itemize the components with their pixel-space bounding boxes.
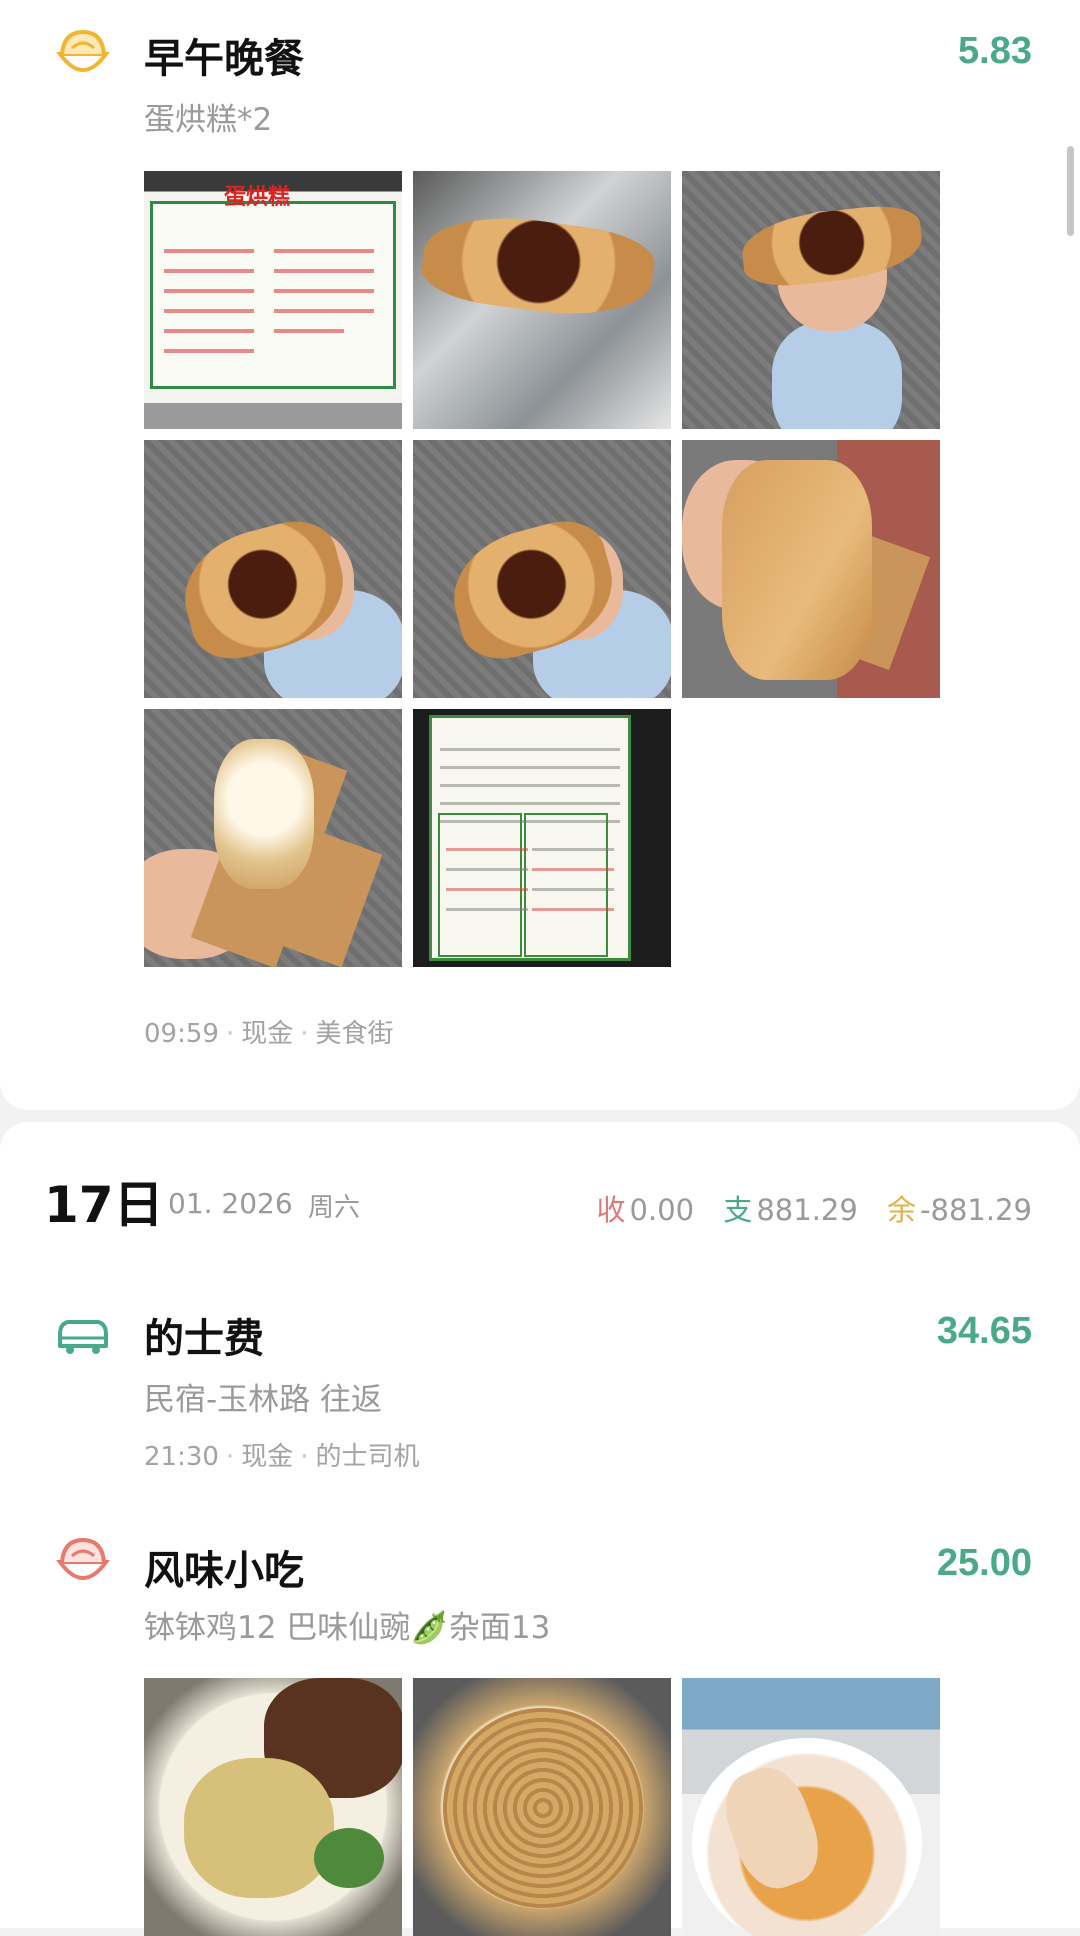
entry-amount: 5.83 — [958, 30, 1032, 72]
expense-label: 支 — [723, 1193, 753, 1227]
income-label: 收 — [596, 1193, 626, 1227]
balance-value: -881.29 — [920, 1193, 1032, 1227]
photo-thumbnail[interactable]: 蛋烘糕 — [144, 171, 402, 429]
entry-time: 21:30 — [144, 1442, 219, 1472]
day-summary: 收 0.00 支 881.29 余 -881.29 — [577, 1187, 1032, 1229]
entry-merchant: 美食街 — [315, 1019, 394, 1049]
rice-bowl-icon — [56, 29, 110, 72]
income-value: 0.00 — [629, 1193, 695, 1227]
entry-meta: 21:30 · 现金 · 的士司机 — [144, 1442, 420, 1472]
photo-thumbnail[interactable] — [144, 440, 402, 698]
day-header[interactable]: 17日 01. 2026 周六 收 0.00 支 881.29 余 -881.29 — [0, 1165, 1080, 1235]
entry-merchant: 的士司机 — [315, 1442, 420, 1472]
photo-thumbnail[interactable] — [682, 440, 940, 698]
day-weekday: 周六 — [308, 1193, 361, 1223]
entry-title: 的士费 — [144, 1316, 264, 1362]
expense-value: 881.29 — [756, 1193, 858, 1227]
entry-snack[interactable]: 风味小吃 25.00 钵钵鸡12 巴味仙豌🫛杂面13 — [0, 1518, 1080, 1936]
entry-amount: 25.00 — [936, 1542, 1032, 1584]
entry-note: 钵钵鸡12 巴味仙豌🫛杂面13 — [144, 1610, 551, 1646]
photo-thumbnail[interactable] — [682, 1678, 940, 1936]
entry-note: 蛋烘糕*2 — [144, 102, 273, 138]
entry-title: 风味小吃 — [144, 1548, 304, 1594]
entry-meta: 09:59 · 现金 · 美食街 — [144, 1019, 394, 1049]
photo-thumbnail[interactable] — [413, 709, 671, 967]
day-number: 17日 — [44, 1176, 164, 1234]
car-icon — [58, 1320, 108, 1354]
photo-thumbnail[interactable] — [682, 171, 940, 429]
day-card-previous: 早午晚餐 5.83 蛋烘糕*2 蛋烘糕 09:59 · 现金 · 美食街 — [0, 0, 1080, 1110]
day-month-year: 01. 2026 — [168, 1187, 293, 1220]
entry-account: 现金 — [241, 1019, 294, 1049]
photo-thumbnail[interactable] — [413, 1678, 671, 1936]
entry-amount: 34.65 — [936, 1310, 1032, 1352]
rice-bowl-icon — [56, 1537, 110, 1580]
photo-thumbnail[interactable] — [413, 440, 671, 698]
entry-time: 09:59 — [144, 1019, 219, 1049]
balance-label: 余 — [887, 1193, 917, 1227]
entry-taxi[interactable]: 的士费 34.65 民宿-玉林路 往返 21:30 · 现金 · 的士司机 — [0, 1290, 1080, 1480]
scrollbar[interactable] — [1067, 146, 1074, 236]
photo-grid: 蛋烘糕 — [144, 171, 940, 967]
entry-note: 民宿-玉林路 往返 — [144, 1382, 383, 1418]
photo-grid — [144, 1678, 940, 1936]
photo-thumbnail[interactable] — [144, 709, 402, 967]
photo-thumbnail[interactable] — [413, 171, 671, 429]
photo-thumbnail[interactable] — [144, 1678, 402, 1936]
entry-account: 现金 — [241, 1442, 294, 1472]
entry-title: 早午晚餐 — [144, 36, 304, 82]
